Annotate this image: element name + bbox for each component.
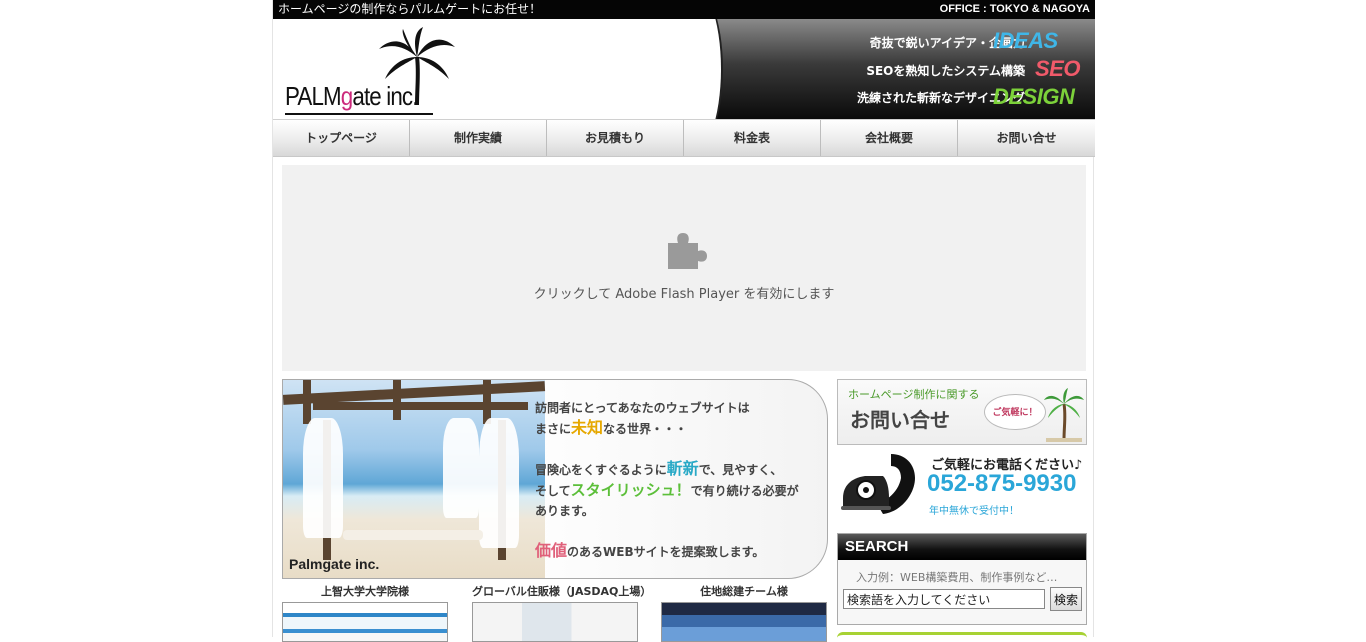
work-thumbnail[interactable] bbox=[282, 602, 448, 642]
search-button[interactable]: 検索 bbox=[1050, 587, 1082, 611]
nav-item-works[interactable]: 制作実績 bbox=[410, 120, 547, 156]
flash-enable-message: クリックして Adobe Flash Player を有効にします bbox=[533, 287, 835, 302]
nav-item-estimate[interactable]: お見積もり bbox=[547, 120, 684, 156]
top-strip-office: OFFICE : TOKYO & NAGOYA bbox=[939, 3, 1090, 15]
page-container: ホームページの制作ならパルムゲートにお任せ！ OFFICE : TOKYO & … bbox=[272, 0, 1095, 642]
hero-text-part: そして bbox=[535, 484, 571, 498]
plugin-puzzle-icon bbox=[668, 233, 707, 269]
works-list: 上智大学大学院様 グローバル住販様（JASDAQ上場） 住地総建チーム様 bbox=[282, 584, 828, 642]
work-item[interactable]: グローバル住販様（JASDAQ上場） bbox=[472, 584, 652, 642]
hero-text-part: のあるWEBサイトを提案致します。 bbox=[567, 545, 765, 559]
phone-note: 年中無休で受付中！ bbox=[929, 506, 1019, 517]
hero-text-part: なる世界・・・ bbox=[603, 422, 688, 436]
top-strip-tagline: ホームページの制作ならパルムゲートにお任せ！ bbox=[278, 2, 542, 16]
work-thumbnail[interactable] bbox=[472, 602, 638, 642]
logo-text-part: ate inc. bbox=[352, 81, 418, 111]
telephone-icon bbox=[841, 454, 915, 514]
hero-highlight: 斬新 bbox=[666, 459, 699, 478]
hero-text-part: で有り続ける必要が bbox=[690, 484, 799, 498]
hero-text-part: で、見やすく、 bbox=[698, 463, 783, 477]
phone-banner[interactable]: ご気軽にお電話ください♪ 052-875-9930 年中無休で受付中！ bbox=[837, 450, 1087, 520]
hero-line: まさに未知なる世界・・・ bbox=[535, 418, 825, 439]
beach-cabana-image bbox=[283, 380, 546, 578]
hero-line: 冒険心をくすぐるように斬新で、見やすく、 bbox=[535, 459, 825, 480]
slogan-seo-text: SEOを熟知したシステム構築 bbox=[866, 64, 1025, 78]
hero-line: 訪問者にとってあなたのウェブサイトは bbox=[535, 401, 750, 415]
hero-highlight: スタイリッシュ！ bbox=[570, 481, 691, 499]
nav-item-pricing[interactable]: 料金表 bbox=[684, 120, 821, 156]
contact-banner-subtitle: ホームページ制作に関する bbox=[848, 388, 980, 401]
hero-banner: Palmgate inc. 訪問者にとってあなたのウェブサイトは まさに未知なる… bbox=[282, 379, 828, 579]
work-item[interactable]: 上智大学大学院様 bbox=[282, 584, 448, 642]
logo-text: PALMgate inc. bbox=[285, 81, 418, 112]
logo-underline bbox=[285, 113, 433, 115]
hero-brand: Palmgate inc. bbox=[289, 556, 380, 572]
search-box: SEARCH 入力例：WEB構築費用、制作事例など… 検索 bbox=[837, 533, 1087, 625]
site-header: PALMgate inc. 奇抜で鋭いアイデア・企画力 IDEAS SEOを熟知… bbox=[273, 19, 1095, 119]
search-input[interactable] bbox=[843, 589, 1045, 609]
contact-banner[interactable]: ホームページ制作に関する お問い合せ ご気軽に！ bbox=[837, 379, 1087, 445]
palm-tree-icon bbox=[1044, 388, 1084, 442]
main-nav: トップページ 制作実績 お見積もり 料金表 会社概要 お問い合せ bbox=[273, 119, 1095, 157]
hero-highlight: 価値 bbox=[535, 541, 568, 560]
flash-plugin-placeholder[interactable]: クリックして Adobe Flash Player を有効にします bbox=[282, 165, 1086, 371]
contact-banner-title: お問い合せ bbox=[850, 408, 950, 432]
hero-line: 価値のあるWEBサイトを提案致します。 bbox=[535, 541, 825, 562]
phone-number[interactable]: 052-875-9930 bbox=[927, 470, 1076, 498]
hero-line: あります。 bbox=[535, 504, 594, 518]
site-logo[interactable]: PALMgate inc. bbox=[285, 27, 455, 115]
work-label: グローバル住販様（JASDAQ上場） bbox=[472, 585, 652, 598]
logo-text-part: PALM bbox=[285, 81, 342, 111]
nav-item-company[interactable]: 会社概要 bbox=[821, 120, 958, 156]
work-label: 住地総建チーム様 bbox=[700, 585, 788, 598]
hero-line: そしてスタイリッシュ！で有り続ける必要が bbox=[535, 480, 825, 501]
search-hint: 入力例：WEB構築費用、制作事例など… bbox=[856, 571, 1058, 584]
sidebar-next-banner bbox=[837, 632, 1087, 640]
top-strip: ホームページの制作ならパルムゲートにお任せ！ OFFICE : TOKYO & … bbox=[273, 0, 1095, 19]
nav-item-contact[interactable]: お問い合せ bbox=[958, 120, 1095, 156]
work-item[interactable]: 住地総建チーム様 bbox=[661, 584, 827, 642]
slogan-seo-word: SEO bbox=[1035, 56, 1080, 81]
slogan-design-word: DESIGN bbox=[993, 84, 1075, 109]
hero-highlight: 未知 bbox=[571, 418, 604, 437]
slogan-ideas-word: IDEAS bbox=[993, 28, 1058, 53]
header-arc bbox=[653, 19, 723, 119]
contact-bubble: ご気軽に！ bbox=[984, 394, 1046, 430]
search-title: SEARCH bbox=[838, 534, 1086, 560]
nav-item-top[interactable]: トップページ bbox=[273, 120, 410, 156]
work-thumbnail[interactable] bbox=[661, 602, 827, 642]
work-label: 上智大学大学院様 bbox=[321, 585, 409, 598]
hero-text-part: まさに bbox=[535, 422, 572, 436]
hero-copy: 訪問者にとってあなたのウェブサイトは まさに未知なる世界・・・ 冒険心をくすぐる… bbox=[535, 398, 825, 562]
hero-text-part: 冒険心をくすぐるように bbox=[535, 463, 667, 477]
logo-text-g: g bbox=[340, 81, 353, 111]
